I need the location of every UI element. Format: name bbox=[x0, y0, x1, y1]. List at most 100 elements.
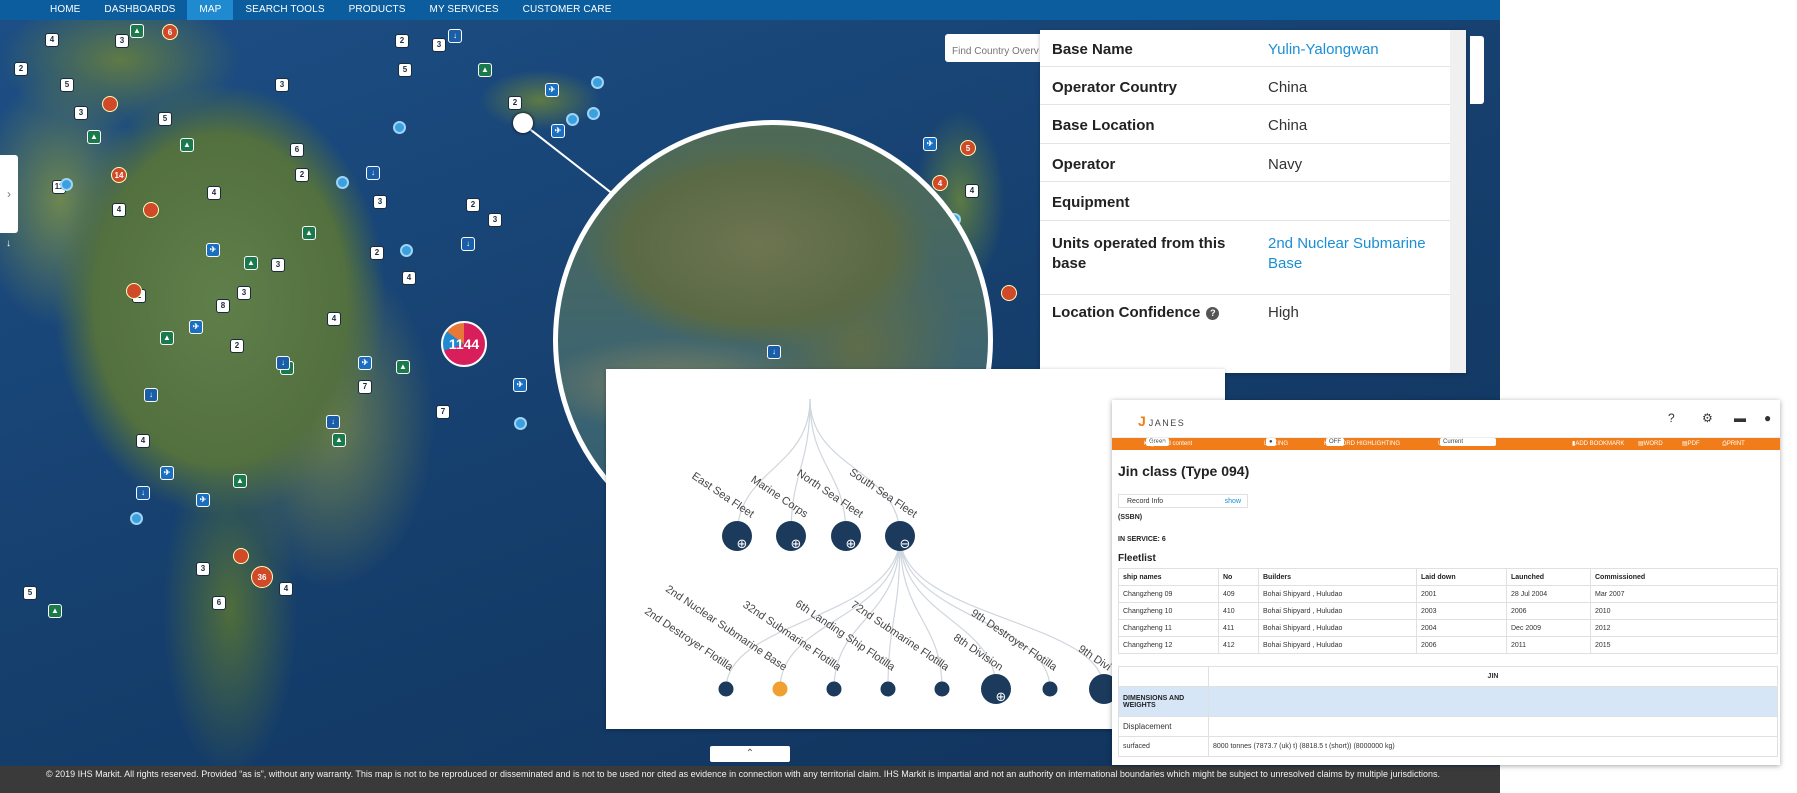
ship-icon[interactable]: ▲ bbox=[180, 138, 194, 152]
submarine-icon[interactable] bbox=[591, 76, 604, 89]
map-marker[interactable]: 6 bbox=[212, 596, 226, 610]
nav-home[interactable]: HOME bbox=[38, 0, 92, 20]
map-marker[interactable]: 2 bbox=[508, 96, 522, 110]
ship-icon[interactable]: ▲ bbox=[130, 24, 144, 38]
ship-icon[interactable]: ▲ bbox=[233, 474, 247, 488]
expand-icon[interactable]: ⊕ bbox=[791, 537, 802, 552]
map-marker[interactable]: 3 bbox=[275, 78, 289, 92]
plane-icon[interactable]: ✈ bbox=[358, 356, 372, 370]
anchor-icon[interactable]: ↓ bbox=[144, 388, 158, 402]
submarine-icon[interactable] bbox=[514, 417, 527, 430]
submarine-icon[interactable] bbox=[130, 512, 143, 525]
anchor-icon[interactable]: ↓ bbox=[326, 415, 340, 429]
map-marker-red[interactable]: 36 bbox=[251, 566, 273, 588]
expand-sidebar-handle[interactable]: › bbox=[0, 155, 18, 233]
plane-icon[interactable]: ✈ bbox=[160, 466, 174, 480]
print-button[interactable]: ⎙ PRINT bbox=[1722, 438, 1745, 450]
anchor-icon[interactable]: ↓ bbox=[276, 356, 290, 370]
ship-icon[interactable]: ▲ bbox=[478, 63, 492, 77]
expand-icon[interactable]: ⊕ bbox=[996, 690, 1007, 705]
map-marker-red[interactable]: 5 bbox=[960, 140, 976, 156]
map-marker-red[interactable]: 4 bbox=[932, 175, 948, 191]
map-marker[interactable]: 2 bbox=[230, 339, 244, 353]
collapse-icon[interactable]: ⊖ bbox=[900, 537, 911, 552]
help-icon[interactable]: ? bbox=[1668, 411, 1675, 425]
map-marker[interactable]: 3 bbox=[373, 195, 387, 209]
ship-icon[interactable]: ▲ bbox=[87, 130, 101, 144]
ship-icon[interactable]: ▲ bbox=[332, 433, 346, 447]
map-marker[interactable]: 2 bbox=[295, 168, 309, 182]
map-marker[interactable]: 2 bbox=[395, 34, 409, 48]
map-marker-red[interactable] bbox=[233, 548, 249, 564]
unit-node[interactable] bbox=[934, 681, 950, 697]
map-marker[interactable]: 2 bbox=[466, 198, 480, 212]
map-marker[interactable]: 3 bbox=[196, 562, 210, 576]
cluster-marker[interactable]: 1144 bbox=[441, 321, 487, 367]
submarine-icon[interactable] bbox=[587, 107, 600, 120]
info-scrollbar[interactable] bbox=[1450, 30, 1466, 373]
expand-icon[interactable]: ⊕ bbox=[846, 537, 857, 552]
submarine-icon[interactable] bbox=[400, 244, 413, 257]
map-marker[interactable]: 4 bbox=[207, 186, 221, 200]
plane-icon[interactable]: ✈ bbox=[196, 493, 210, 507]
map-marker[interactable]: 5 bbox=[60, 78, 74, 92]
nav-my-services[interactable]: MY SERVICES bbox=[418, 0, 511, 20]
unit-node[interactable] bbox=[1042, 681, 1058, 697]
map-marker[interactable]: 4 bbox=[112, 203, 126, 217]
map-marker[interactable]: 2 bbox=[370, 246, 384, 260]
arrow-down-icon[interactable]: ↓ bbox=[6, 238, 11, 249]
map-marker[interactable]: 3 bbox=[488, 213, 502, 227]
map-tools-strip[interactable] bbox=[1470, 36, 1484, 104]
unit-node[interactable] bbox=[772, 681, 788, 697]
selected-location-pin[interactable] bbox=[513, 113, 533, 133]
plane-icon[interactable]: ✈ bbox=[551, 124, 565, 138]
map-marker-red[interactable] bbox=[1001, 285, 1017, 301]
nav-dashboards[interactable]: DASHBOARDS bbox=[92, 0, 187, 20]
pdf-export-button[interactable]: ▤ PDF bbox=[1682, 438, 1700, 450]
map-marker-red[interactable]: 6 bbox=[162, 24, 178, 40]
map-marker-red[interactable] bbox=[143, 202, 159, 218]
anchor-icon[interactable]: ↓ bbox=[136, 486, 150, 500]
map-marker[interactable]: 4 bbox=[45, 33, 59, 47]
map-marker[interactable]: 6 bbox=[290, 143, 304, 157]
unit-node[interactable] bbox=[718, 681, 734, 697]
nav-customer-care[interactable]: CUSTOMER CARE bbox=[511, 0, 624, 20]
map-marker[interactable]: 4 bbox=[279, 582, 293, 596]
user-icon[interactable]: ● bbox=[1764, 411, 1771, 425]
anchor-icon[interactable]: ↓ bbox=[767, 345, 781, 359]
nav-search-tools[interactable]: SEARCH TOOLS bbox=[233, 0, 336, 20]
chat-icon[interactable]: ▬ bbox=[1734, 411, 1746, 425]
map-marker[interactable]: 7 bbox=[436, 405, 450, 419]
ship-icon[interactable]: ▲ bbox=[48, 604, 62, 618]
help-icon[interactable]: ? bbox=[1206, 307, 1220, 320]
plane-icon[interactable]: ✈ bbox=[513, 378, 527, 392]
nav-map[interactable]: MAP bbox=[187, 0, 234, 20]
nav-products[interactable]: PRODUCTS bbox=[337, 0, 418, 20]
submarine-icon[interactable] bbox=[393, 121, 406, 134]
plane-icon[interactable]: ✈ bbox=[545, 83, 559, 97]
submarine-icon[interactable] bbox=[60, 178, 73, 191]
unit-link[interactable]: 2nd Nuclear Submarine Base bbox=[1268, 234, 1438, 274]
add-bookmark-button[interactable]: ▮ ADD BOOKMARK bbox=[1572, 438, 1624, 450]
ship-icon[interactable]: ▲ bbox=[160, 331, 174, 345]
base-name-link[interactable]: Yulin-Yalongwan bbox=[1268, 41, 1379, 58]
plane-icon[interactable]: ✈ bbox=[923, 137, 937, 151]
map-marker[interactable]: 2 bbox=[14, 62, 28, 76]
map-marker[interactable]: 3 bbox=[432, 38, 446, 52]
map-marker[interactable]: 3 bbox=[271, 258, 285, 272]
anchor-icon[interactable]: ↓ bbox=[366, 166, 380, 180]
ship-icon[interactable]: ▲ bbox=[302, 226, 316, 240]
map-marker[interactable]: 4 bbox=[402, 271, 416, 285]
record-info-show-link[interactable]: show bbox=[1225, 495, 1241, 508]
ship-icon[interactable]: ▲ bbox=[244, 256, 258, 270]
map-marker[interactable]: 4 bbox=[327, 312, 341, 326]
collapse-bottom-handle[interactable]: ⌃ bbox=[710, 746, 790, 762]
map-marker[interactable]: 7 bbox=[358, 380, 372, 394]
plane-icon[interactable]: ✈ bbox=[206, 243, 220, 257]
unit-node[interactable] bbox=[826, 681, 842, 697]
map-marker[interactable]: 5 bbox=[23, 586, 37, 600]
map-marker[interactable]: 8 bbox=[216, 299, 230, 313]
country-search-input[interactable] bbox=[945, 34, 1045, 62]
ship-icon[interactable]: ▲ bbox=[396, 360, 410, 374]
gear-icon[interactable]: ⚙ bbox=[1702, 411, 1713, 425]
